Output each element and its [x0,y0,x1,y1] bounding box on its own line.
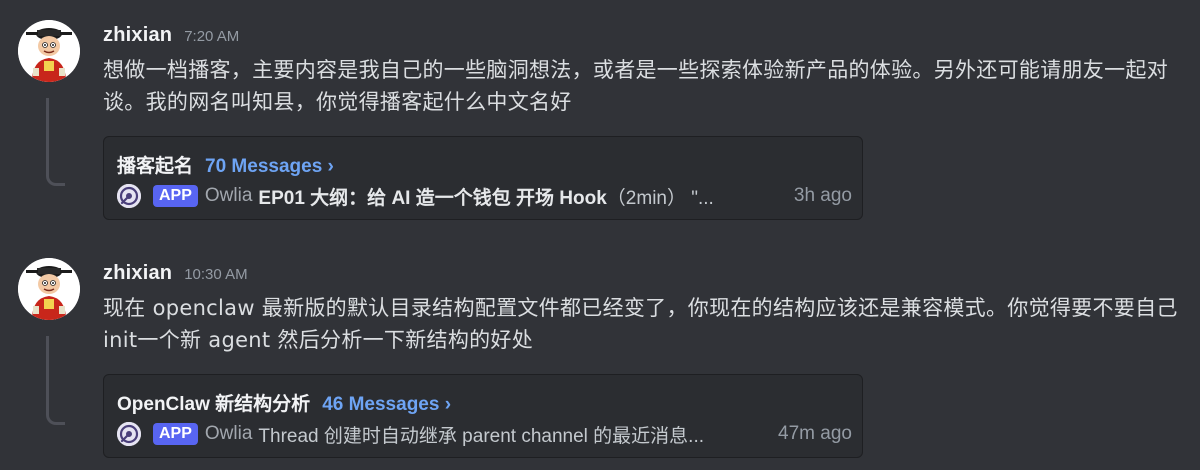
thread-time-ago: 47m ago [778,423,852,444]
thread-name: OpenClaw 新结构分析 [117,394,311,415]
bot-name: Owlia [204,185,253,206]
username[interactable]: zhixian [103,262,172,285]
thread-preview-rest: Thread 创建时自动继承 parent channel 的最近消息... [258,425,705,447]
message-content: 想做一档播客，主要内容是我自己的一些脑洞想法，或者是一些探索体验新产品的体验。另… [103,58,1168,114]
timestamp: 10:30 AM [184,266,248,283]
thread-embed[interactable]: OpenClaw 新结构分析 46 Messages › APP Owlia T… [103,374,863,458]
cartoon-official-avatar-icon [18,20,80,82]
app-badge: APP [153,423,198,445]
thread-time-ago: 3h ago [793,185,852,206]
thread-preview: APP Owlia EP01 大纲：给 AI 造一个钱包 开场 Hook（2mi… [117,183,852,209]
user-avatar[interactable] [18,20,80,82]
bot-name: Owlia [204,423,253,444]
thread-title-row: 播客起名 70 Messages › [117,151,334,178]
thread-connector [46,336,65,425]
user-avatar[interactable] [18,258,80,320]
thread-title-row: OpenClaw 新结构分析 46 Messages › [117,389,451,416]
thread-message-count-link[interactable]: 70 Messages › [205,156,334,178]
thread-preview-bold: EP01 大纲：给 AI 造一个钱包 开场 Hook [258,187,607,209]
thread-preview-text: EP01 大纲：给 AI 造一个钱包 开场 Hook（2min） "... [258,183,779,210]
thread-preview: APP Owlia Thread 创建时自动继承 parent channel … [117,421,852,447]
message-content: 现在 openclaw 最新版的默认目录结构配置文件都已经变了，你现在的结构应该… [103,296,1178,352]
username[interactable]: zhixian [103,24,172,47]
message-header: zhixian 10:30 AM [103,262,248,290]
chat-channel: zhixian 7:20 AM 想做一档播客，主要内容是我自己的一些脑洞想法，或… [0,0,1200,470]
owl-avatar-icon [117,184,141,208]
owl-avatar-icon [117,422,141,446]
message-header: zhixian 7:20 AM [103,24,239,52]
thread-preview-rest: （2min） "... [606,187,714,209]
thread-name: 播客起名 [117,156,194,177]
thread-connector [46,98,65,186]
thread-message-count-link[interactable]: 46 Messages › [322,394,451,416]
cartoon-official-avatar-icon [18,258,80,320]
thread-embed[interactable]: 播客起名 70 Messages › APP Owlia EP01 大纲：给 A… [103,136,863,220]
timestamp: 7:20 AM [184,28,240,45]
thread-preview-text: Thread 创建时自动继承 parent channel 的最近消息... [258,421,764,448]
app-badge: APP [153,185,198,207]
